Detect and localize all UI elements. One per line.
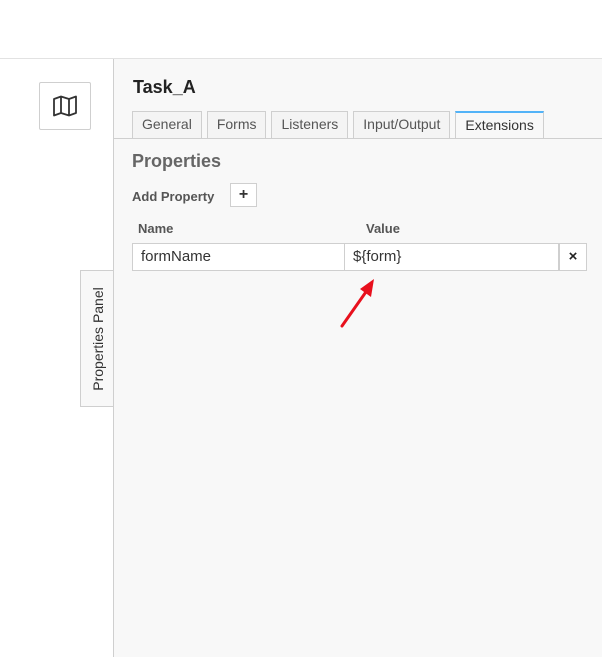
tab-divider <box>114 138 602 139</box>
tab-input-output[interactable]: Input/Output <box>353 111 451 138</box>
element-title: Task_A <box>133 77 196 97</box>
column-header-name: Name <box>138 221 174 236</box>
properties-panel-toggle[interactable]: Properties Panel <box>80 270 114 407</box>
tab-forms[interactable]: Forms <box>206 111 267 138</box>
app-root: Properties Panel Task_A General Forms Li… <box>0 0 602 657</box>
properties-panel-toggle-label: Properties Panel <box>89 286 106 391</box>
add-property-label: Add Property <box>132 189 215 204</box>
tab-general[interactable]: General <box>132 111 202 138</box>
remove-property-button[interactable]: × <box>559 243 587 271</box>
tab-extensions[interactable]: Extensions <box>455 111 544 138</box>
add-property-button[interactable]: + <box>230 183 257 207</box>
tab-bar: General Forms Listeners Input/Output Ext… <box>132 111 549 138</box>
column-header-value: Value <box>366 221 400 236</box>
section-title: Properties <box>132 151 222 171</box>
property-row: formName ${form} × <box>132 243 587 271</box>
property-name-input[interactable]: formName <box>132 243 345 271</box>
tab-listeners[interactable]: Listeners <box>271 111 349 138</box>
map-button[interactable] <box>39 82 91 130</box>
map-icon <box>53 95 77 117</box>
property-value-input[interactable]: ${form} <box>344 243 559 271</box>
properties-panel: Task_A General Forms Listeners Input/Out… <box>113 59 602 657</box>
